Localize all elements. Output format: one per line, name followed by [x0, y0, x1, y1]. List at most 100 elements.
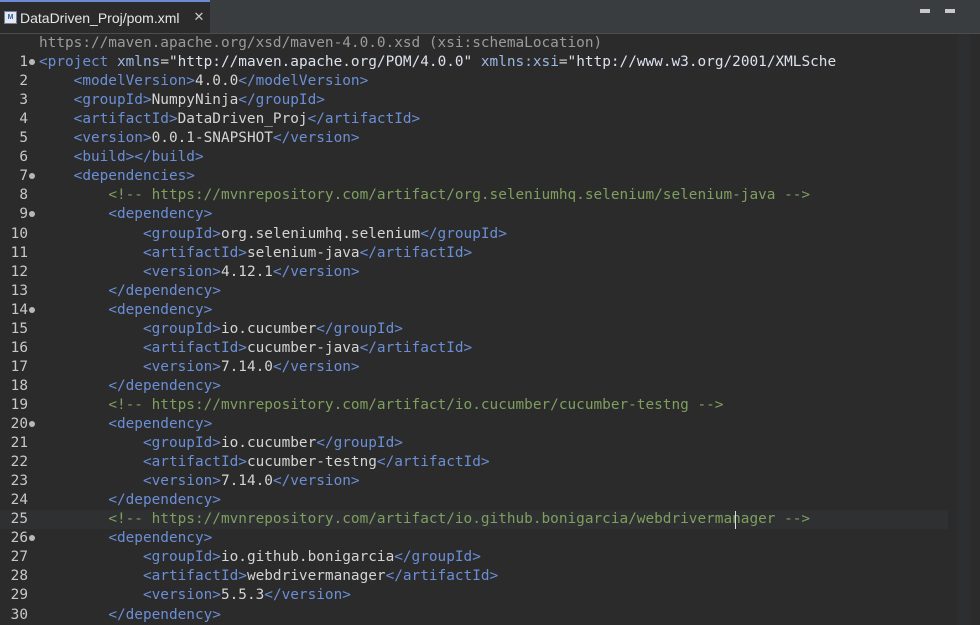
code-line-12[interactable]: 12 <version>4.12.1</version> [0, 263, 948, 282]
line-number: 19 [10, 396, 28, 413]
token-tag: <modelVersion> [73, 73, 195, 90]
code-text: <dependency> [39, 529, 212, 548]
token-text: = [160, 54, 169, 71]
fold-toggle-icon[interactable] [29, 59, 35, 66]
xml-source-editor[interactable]: 30 </dependency> 29 <version>5.5.3</versi… [0, 34, 980, 625]
fold-toggle-icon[interactable] [29, 173, 35, 180]
code-hint-line[interactable]: https://maven.apache.org/xsd/maven-4.0.0… [0, 34, 948, 53]
code-line-10[interactable]: 10 <groupId>org.seleniumhq.selenium</gro… [0, 225, 948, 244]
token-tag: </groupId> [394, 549, 481, 566]
code-line-24[interactable]: 24 </dependency> [0, 491, 948, 510]
code-line-4[interactable]: 4 <artifactId>DataDriven_Proj</artifactI… [0, 110, 948, 129]
token-text: 4.12.1 [220, 263, 273, 280]
token-tag: </artifactId> [307, 111, 421, 128]
token-tag: <artifactId> [142, 568, 247, 585]
token-tag: <groupId> [142, 435, 221, 452]
token-tag: <artifactId> [142, 244, 247, 261]
code-line-27[interactable]: 27 <groupId>io.github.bonigarcia</groupI… [0, 548, 948, 567]
line-number: 15 [10, 320, 28, 337]
line-number: 4 [19, 111, 28, 128]
token-text: = [558, 54, 568, 71]
code-line-29[interactable]: 29 <version>5.5.3</version> [0, 586, 948, 605]
tab-pom-xml[interactable]: M DataDriven_Proj/pom.xml ✕ [0, 0, 210, 33]
code-line-21[interactable]: 21 <groupId>io.cucumber</groupId> [0, 434, 948, 453]
fold-toggle-icon[interactable] [29, 211, 35, 218]
code-line-25[interactable]: 25 <!-- https://mvnrepository.com/artifa… [0, 510, 948, 530]
token-tag: <dependency> [108, 416, 213, 432]
token-tag: </artifactId> [359, 339, 473, 356]
token-tag: <artifactId> [142, 454, 247, 471]
line-number: 3 [19, 92, 28, 109]
code-line-14[interactable]: 14 <dependency> [0, 301, 948, 320]
vertical-scrollbar[interactable] [958, 34, 970, 625]
code-line-7[interactable]: 7 <dependencies> [0, 167, 948, 186]
token-tag: </version> [272, 358, 360, 375]
fold-toggle-icon[interactable] [29, 306, 35, 313]
code-text: <groupId>io.github.bonigarcia</groupId> [39, 548, 481, 567]
token-tag: </modelVersion> [238, 73, 369, 90]
code-line-23[interactable]: 23 <version>7.14.0</version> [0, 472, 948, 491]
maximize-icon[interactable] [945, 9, 955, 13]
code-line-20[interactable]: 20 <dependency> [0, 415, 948, 434]
code-line-26[interactable]: 26 <dependency> [0, 529, 948, 548]
code-line-11[interactable]: 11 <artifactId>selenium-java</artifactId… [0, 244, 948, 263]
token-value: "http://www.w3.org/2001/XMLSche [567, 54, 837, 71]
code-text: <dependency> [39, 301, 212, 320]
token-tag: <artifactId> [73, 111, 178, 128]
code-line-8[interactable]: 8 <!-- https://mvnrepository.com/artifac… [0, 186, 948, 205]
code-line-28[interactable]: 28 <artifactId>webdrivermanager</artifac… [0, 567, 948, 586]
code-line-9[interactable]: 9 <dependency> [0, 205, 948, 224]
token-tag: </groupId> [420, 225, 507, 242]
code-line-19[interactable]: 19 <!-- https://mvnrepository.com/artifa… [0, 396, 948, 415]
code-line-3[interactable]: 3 <groupId>NumpyNinja</groupId> [0, 91, 948, 110]
code-line-2[interactable]: 2 <modelVersion>4.0.0</modelVersion> [0, 72, 948, 91]
minimize-icon[interactable] [920, 9, 930, 13]
code-line-6[interactable]: 6 <build></build> [0, 148, 948, 167]
close-icon[interactable]: ✕ [194, 10, 205, 25]
code-line-15[interactable]: 15 <groupId>io.cucumber</groupId> [0, 320, 948, 339]
line-number: 1 [19, 54, 28, 71]
tab-title: DataDriven_Proj/pom.xml [20, 9, 180, 26]
code-text: <version>7.14.0</version> [39, 358, 360, 377]
code-line-22[interactable]: 22 <artifactId>cucumber-testng</artifact… [0, 453, 948, 472]
line-number: 5 [19, 130, 28, 147]
code-text: <dependency> [39, 415, 212, 434]
code-text: <!-- https://mvnrepository.com/artifact/… [39, 510, 810, 529]
token-tag: <artifactId> [142, 339, 247, 356]
line-number: 2 [19, 73, 28, 90]
code-line-16[interactable]: 16 <artifactId>cucumber-java</artifactId… [0, 339, 948, 358]
code-line-13[interactable]: 13 </dependency> [0, 282, 948, 301]
code-line-17[interactable]: 17 <version>7.14.0</version> [0, 358, 948, 377]
token-text: 4.0.0 [194, 73, 239, 90]
code-text: <artifactId>DataDriven_Proj</artifactId> [39, 110, 421, 129]
fold-toggle-icon[interactable] [29, 535, 35, 542]
token-tag: </artifactId> [376, 454, 490, 471]
token-tag: </version> [272, 263, 360, 280]
code-text: <dependency> [39, 205, 212, 224]
code-text: </dependency> [39, 377, 221, 396]
code-line-18[interactable]: 18 </dependency> [0, 377, 948, 396]
code-line-5[interactable]: 5 <version>0.0.1-SNAPSHOT</version> [0, 129, 948, 148]
code-text: <version>5.5.3</version> [39, 586, 351, 605]
token-tag: </groupId> [238, 92, 325, 109]
token-tag: </artifactId> [359, 244, 473, 261]
fold-toggle-icon[interactable] [29, 421, 35, 427]
token-tag: </groupId> [316, 435, 403, 452]
line-number: 25 [10, 511, 28, 528]
code-line-30[interactable]: 30 </dependency> [0, 606, 948, 625]
token-tag: <groupId> [142, 225, 221, 242]
token-tag: </dependency> [108, 606, 221, 623]
code-line-1[interactable]: 1 <project xmlns="http://maven.apache.org… [0, 53, 948, 72]
